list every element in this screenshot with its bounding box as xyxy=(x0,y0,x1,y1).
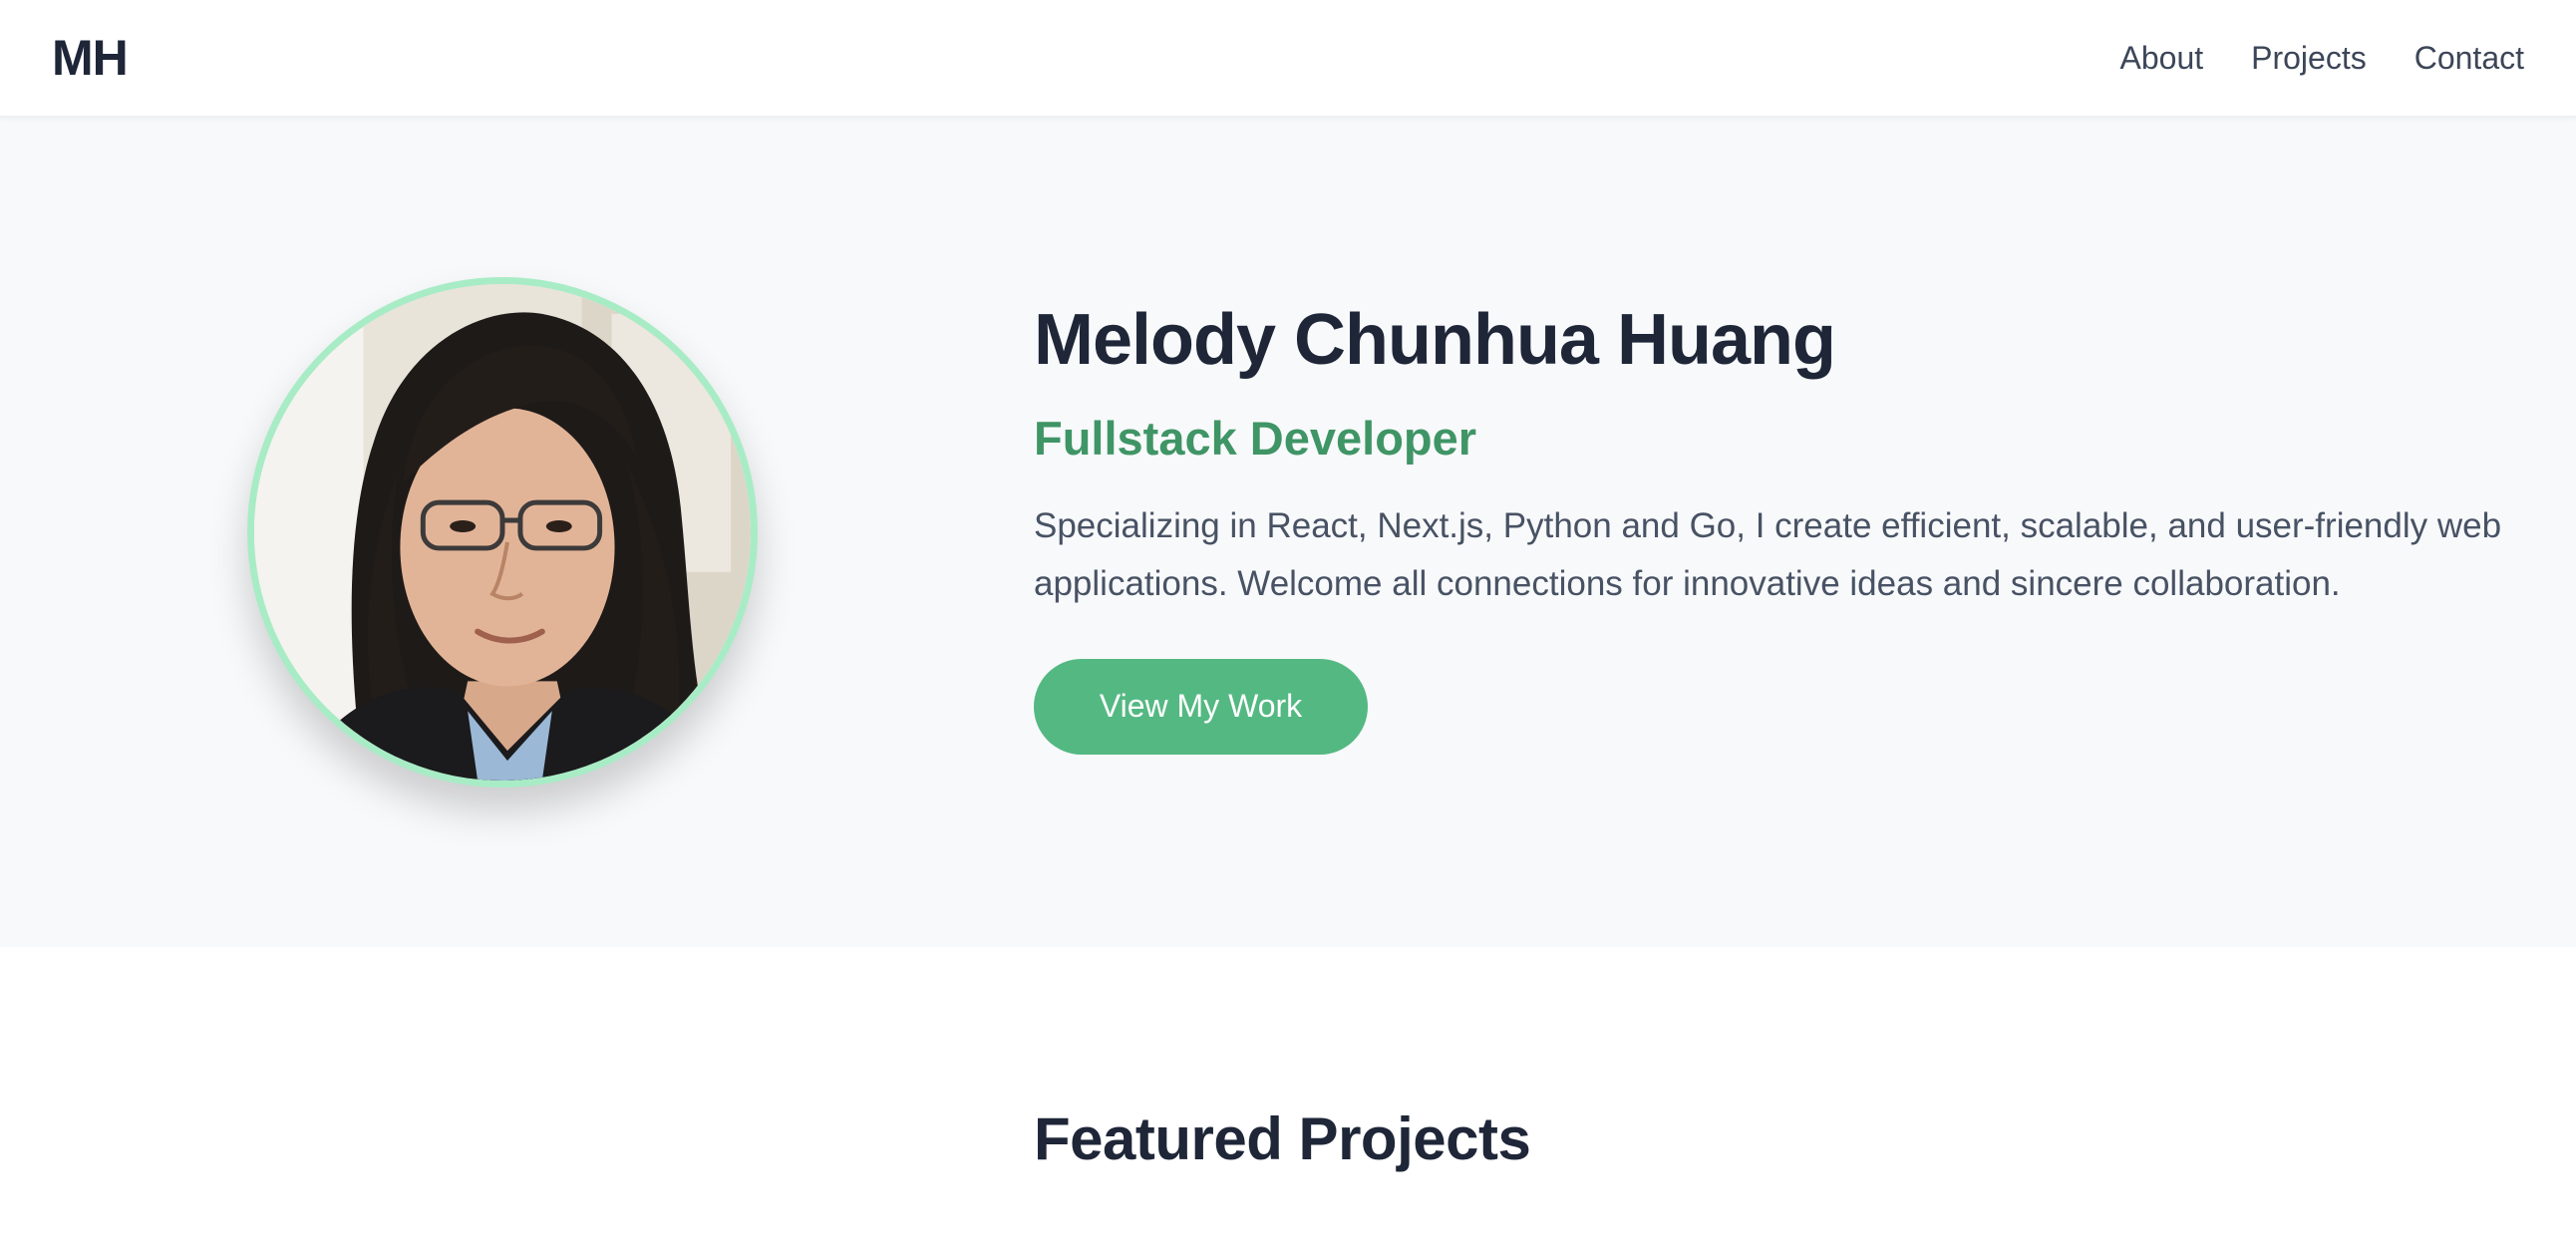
site-header: MH About Projects Contact xyxy=(0,0,2576,118)
hero-section: Melody Chunhua Huang Fullstack Developer… xyxy=(0,118,2576,947)
hero-name: Melody Chunhua Huang xyxy=(1034,300,1836,380)
nav-link-projects[interactable]: Projects xyxy=(2251,40,2367,77)
main-nav: About Projects Contact xyxy=(2120,40,2525,77)
avatar xyxy=(247,277,758,787)
profile-photo xyxy=(254,284,751,781)
view-my-work-button[interactable]: View My Work xyxy=(1034,658,1368,755)
hero-text: Melody Chunhua Huang Fullstack Developer… xyxy=(1034,297,2529,755)
logo[interactable]: MH xyxy=(52,29,129,87)
hero-role: Fullstack Developer xyxy=(1034,412,1477,466)
featured-projects-title: Featured Projects xyxy=(1034,1105,1531,1172)
nav-link-about[interactable]: About xyxy=(2120,40,2204,77)
nav-link-contact[interactable]: Contact xyxy=(2415,40,2524,77)
hero-description: Specializing in React, Next.js, Python a… xyxy=(1034,505,2502,603)
